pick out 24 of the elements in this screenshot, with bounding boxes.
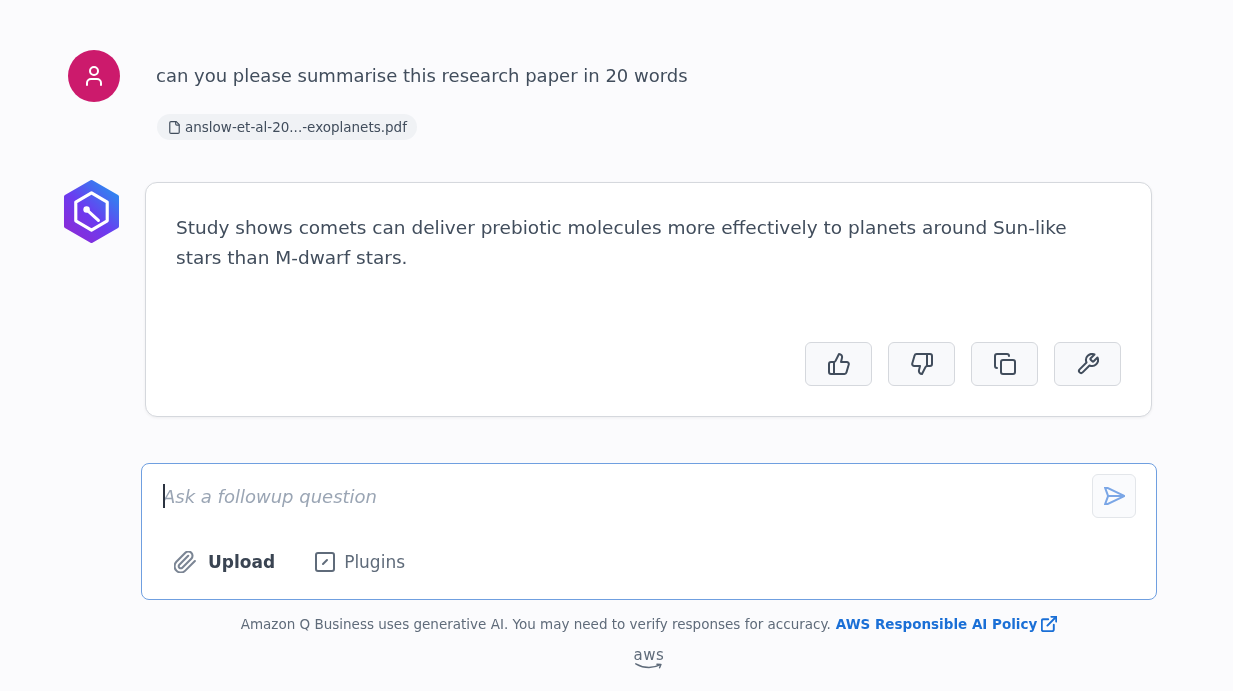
assistant-message: Study shows comets can deliver prebiotic molecules more effectively to planets around Sun-like stars than M-dwarf stars. [176,216,1068,270]
policy-link[interactable]: AWS Responsible AI Policy [835,616,1058,632]
text-caret [163,484,165,508]
file-icon [169,120,180,134]
thumbs-down-icon [910,353,933,375]
external-link-icon [1041,616,1058,632]
upload-button[interactable]: Upload [174,551,276,573]
paperclip-icon [174,551,196,573]
send-icon [1103,487,1125,505]
thumbs-up-icon [827,353,850,375]
wrench-button[interactable] [1054,342,1121,386]
disclaimer-text: Amazon Q Business uses generative AI. You may need to verify responses for accuracy. [240,616,831,632]
user-avatar-icon [68,50,120,102]
attachment-chip[interactable]: anslow-et-al-20...-exoplanets.pdf [157,114,417,140]
copy-icon [993,353,1016,375]
copy-button[interactable] [971,342,1038,386]
user-message: can you please summarise this research paper in 20 words [156,64,688,88]
thumbs-down-button[interactable] [888,342,955,386]
plugins-button[interactable]: Plugins [315,552,406,572]
square-slash-icon [315,552,336,572]
hexagon-logo-icon [63,180,120,243]
aws-logo: aws [633,648,665,670]
thumbs-up-button[interactable] [805,342,872,386]
wrench-icon [1076,353,1099,375]
